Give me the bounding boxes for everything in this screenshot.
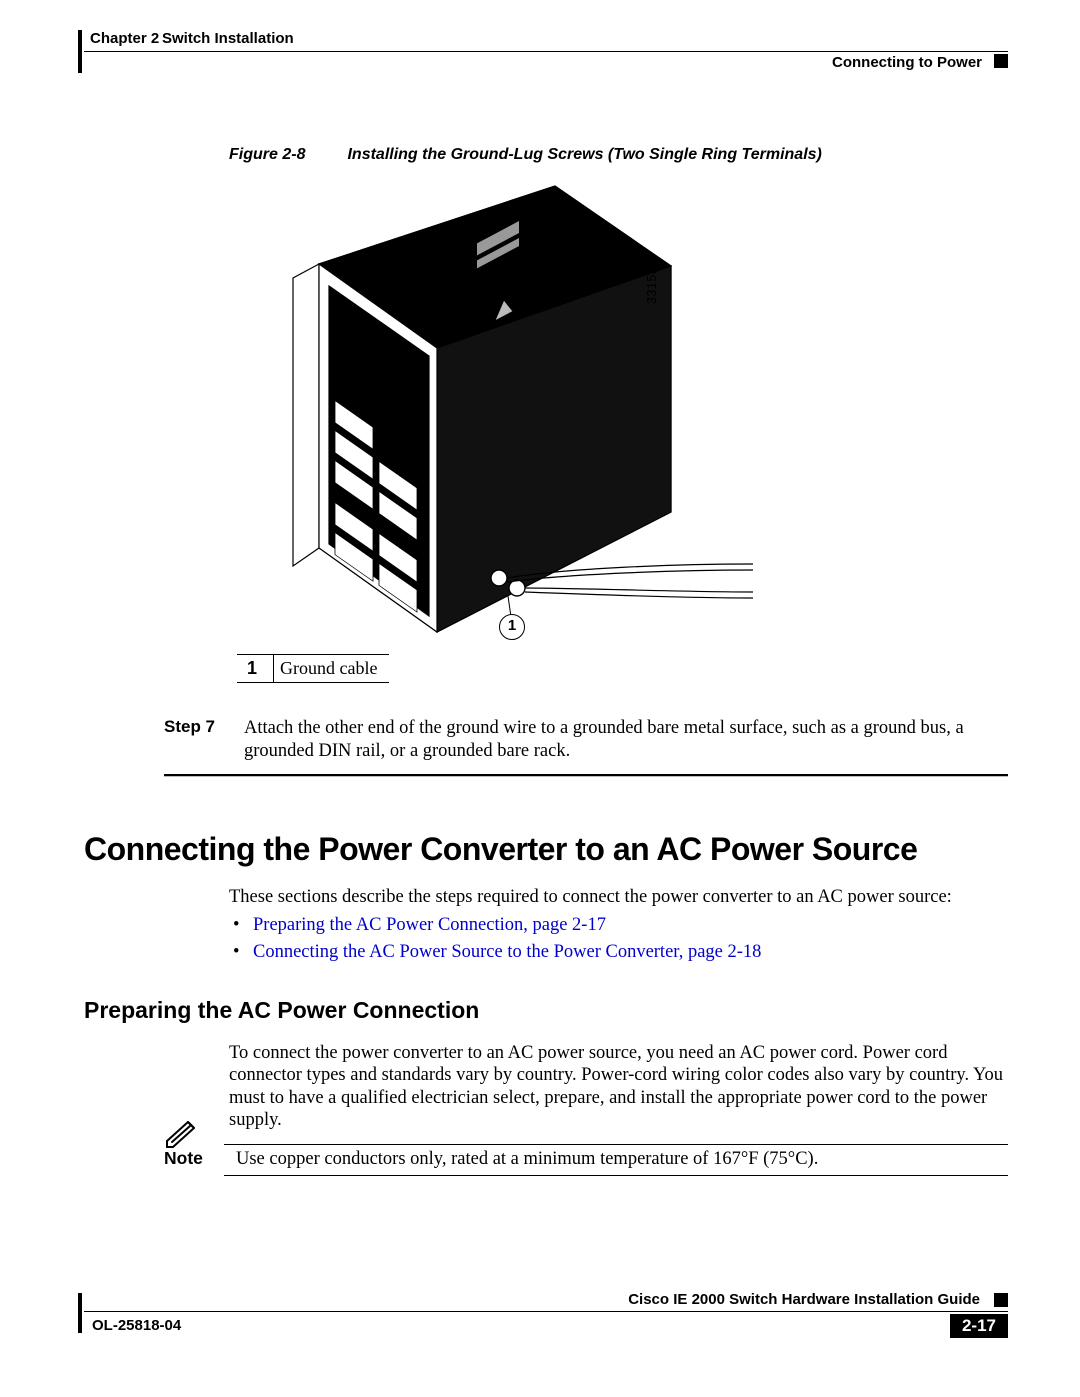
note-top-rule — [224, 1144, 1008, 1145]
legend-text: Ground cable — [274, 655, 390, 683]
figure-caption: Installing the Ground-Lug Screws (Two Si… — [347, 146, 821, 164]
page-header: Chapter 2 Switch Installation Connecting… — [84, 30, 1008, 72]
section-title: Connecting to Power — [832, 54, 982, 71]
figure-callout-1: 1 — [499, 614, 525, 640]
body-paragraph: To connect the power converter to an AC … — [229, 1042, 1008, 1132]
pencil-icon — [164, 1120, 202, 1150]
chapter-title: Switch Installation — [162, 30, 294, 47]
xref-link[interactable]: Connecting the AC Power Source to the Po… — [253, 942, 761, 962]
page-number: 2-17 — [950, 1314, 1008, 1338]
note-text: Use copper conductors only, rated at a m… — [236, 1149, 1008, 1170]
step-label: Step 7 — [164, 717, 218, 762]
legend-num: 1 — [237, 655, 274, 683]
figure-legend: 1 Ground cable — [237, 654, 389, 683]
figure-label: Figure 2-8 — [229, 146, 305, 164]
xref-list: Preparing the AC Power Connection, page … — [229, 915, 1008, 963]
page-footer: Cisco IE 2000 Switch Hardware Installati… — [84, 1311, 1008, 1355]
heading-1: Connecting the Power Converter to an AC … — [84, 831, 1008, 868]
header-bar — [78, 30, 82, 73]
footer-doc-number: OL-25818-04 — [92, 1317, 181, 1334]
header-rule — [84, 51, 1008, 52]
step-text: Attach the other end of the ground wire … — [244, 717, 1008, 762]
figure-part-number: 331555 — [645, 259, 659, 304]
header-marker-icon — [994, 54, 1008, 68]
note-block: Note Use copper conductors only, rated a… — [164, 1148, 1008, 1170]
note-bottom-rule — [224, 1175, 1008, 1176]
figure-image: 1 331555 — [237, 176, 753, 648]
footer-rule — [84, 1311, 1008, 1312]
footer-bar — [78, 1293, 82, 1333]
heading-2: Preparing the AC Power Connection — [84, 997, 1008, 1024]
note-label: Note — [164, 1148, 212, 1169]
intro-paragraph: These sections describe the steps requir… — [229, 886, 1008, 909]
step-end-rule — [164, 774, 1008, 777]
switch-illustration — [237, 176, 753, 648]
chapter-number: Chapter 2 — [90, 30, 159, 47]
footer-marker-icon — [994, 1293, 1008, 1307]
footer-guide-title: Cisco IE 2000 Switch Hardware Installati… — [628, 1291, 980, 1308]
figure-block: Figure 2-8 Installing the Ground-Lug Scr… — [229, 146, 989, 683]
xref-link[interactable]: Preparing the AC Power Connection, page … — [253, 915, 606, 935]
